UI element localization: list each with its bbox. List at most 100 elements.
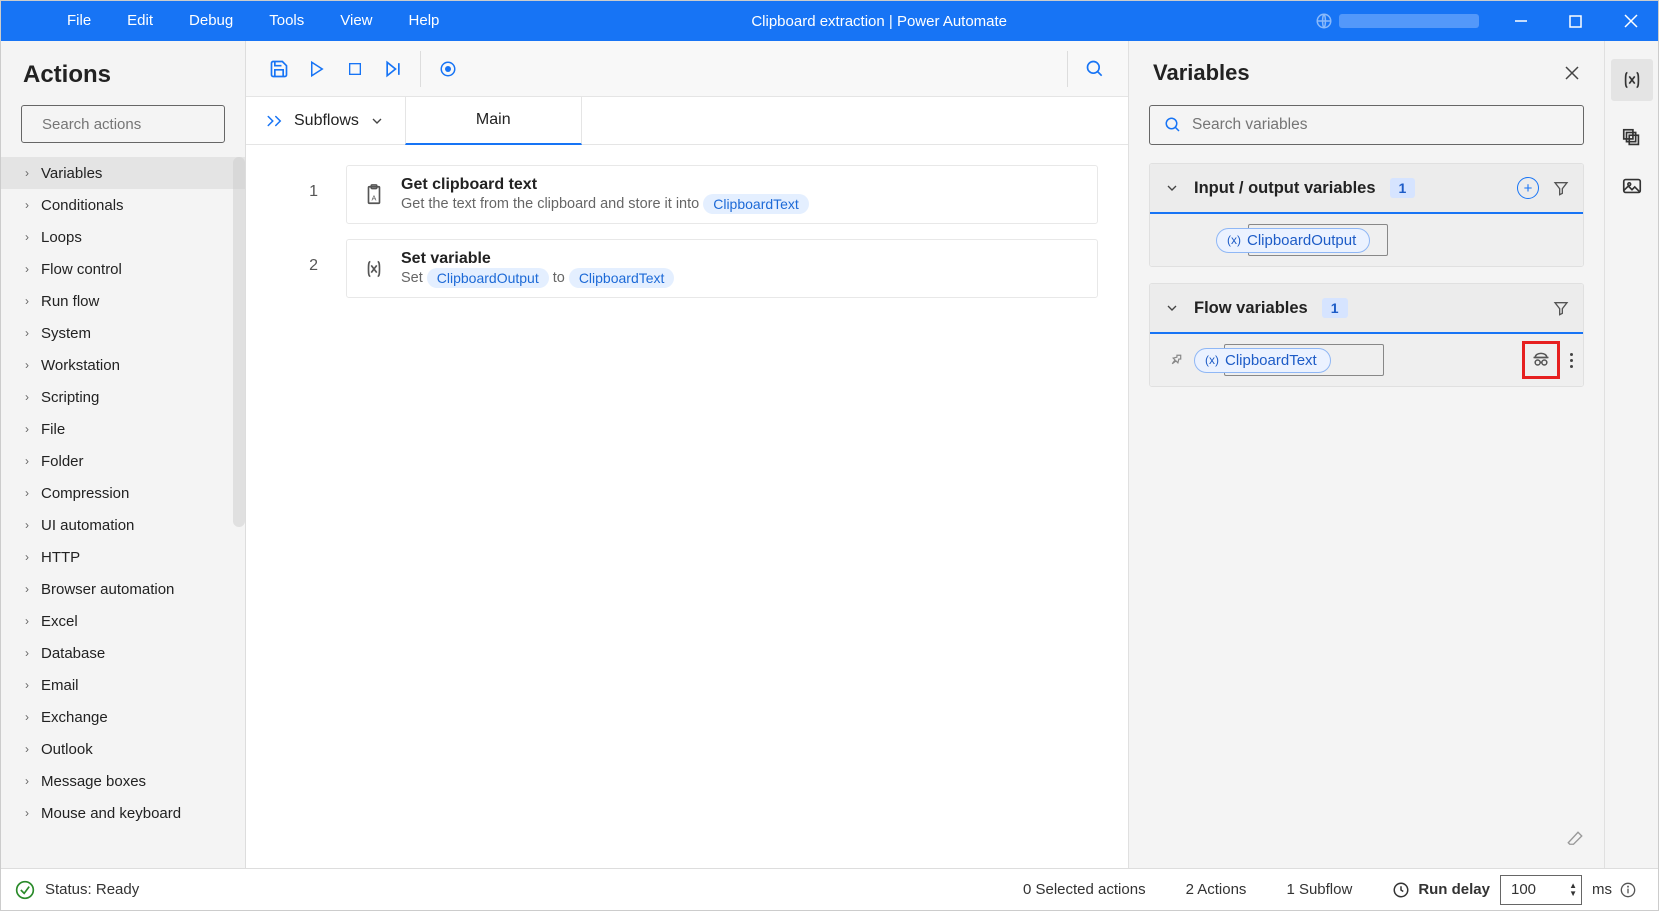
category-database[interactable]: ›Database — [1, 637, 245, 669]
variables-rail-button[interactable] — [1611, 59, 1653, 101]
save-button[interactable] — [260, 50, 298, 88]
variable-token: ClipboardText — [703, 194, 809, 214]
window-controls — [1301, 1, 1658, 41]
separator — [420, 51, 421, 87]
variables-search[interactable] — [1149, 105, 1584, 145]
add-variable-button[interactable]: + — [1517, 177, 1539, 199]
sensitive-variable-button[interactable] — [1522, 341, 1560, 379]
variables-search-input[interactable] — [1192, 116, 1569, 134]
variable-chip[interactable]: (x) ClipboardOutput — [1216, 228, 1370, 253]
tenant-indicator[interactable] — [1301, 12, 1493, 30]
category-outlook[interactable]: ›Outlook — [1, 733, 245, 765]
variable-icon: (x) — [1227, 233, 1241, 247]
menu-tools[interactable]: Tools — [251, 1, 322, 41]
variable-row-clipboard-output[interactable]: (x) ClipboardOutput — [1150, 214, 1583, 266]
actions-search-input[interactable] — [42, 116, 241, 133]
chevron-right-icon: › — [25, 230, 29, 244]
run-delay-input[interactable]: 100 ▲▼ — [1500, 875, 1582, 905]
flow-variables-count: 1 — [1322, 298, 1348, 318]
actions-count: 2 Actions — [1166, 881, 1267, 898]
chevron-right-icon: › — [25, 678, 29, 692]
chevron-right-icon: › — [25, 614, 29, 628]
category-email[interactable]: ›Email — [1, 669, 245, 701]
svg-text:A: A — [372, 193, 377, 202]
chevron-right-icon: › — [25, 326, 29, 340]
subflow-count: 1 Subflow — [1266, 881, 1372, 898]
chevron-right-icon: › — [25, 582, 29, 596]
io-variables-section: Input / output variables 1 + (x) Clipboa… — [1149, 163, 1584, 267]
menu-file[interactable]: File — [49, 1, 109, 41]
more-options-button[interactable] — [1570, 353, 1573, 368]
actions-heading: Actions — [1, 41, 245, 105]
chevron-right-icon: › — [25, 518, 29, 532]
variable-row-clipboard-text[interactable]: (x) ClipboardText — [1150, 334, 1583, 386]
chevron-right-icon: › — [25, 166, 29, 180]
step-button[interactable] — [374, 50, 412, 88]
filter-icon[interactable] — [1553, 300, 1569, 316]
variable-chip[interactable]: (x) ClipboardText — [1194, 348, 1331, 373]
category-workstation[interactable]: ›Workstation — [1, 349, 245, 381]
variable-icon — [363, 258, 385, 280]
category-run-flow[interactable]: ›Run flow — [1, 285, 245, 317]
stop-button[interactable] — [336, 50, 374, 88]
category-mouse-keyboard[interactable]: ›Mouse and keyboard — [1, 797, 245, 829]
status-ok-icon — [15, 880, 35, 900]
chevron-right-icon: › — [25, 806, 29, 820]
ms-label: ms — [1592, 881, 1612, 898]
category-browser-automation[interactable]: ›Browser automation — [1, 573, 245, 605]
actions-search[interactable] — [21, 105, 225, 143]
info-icon[interactable] — [1620, 882, 1636, 898]
record-button[interactable] — [429, 50, 467, 88]
flow-variables-header[interactable]: Flow variables 1 — [1150, 284, 1583, 334]
category-excel[interactable]: ›Excel — [1, 605, 245, 637]
maximize-button[interactable] — [1548, 1, 1603, 41]
category-ui-automation[interactable]: ›UI automation — [1, 509, 245, 541]
status-bar: Status: Ready 0 Selected actions 2 Actio… — [1, 868, 1658, 910]
run-button[interactable] — [298, 50, 336, 88]
ui-elements-rail-button[interactable] — [1621, 127, 1643, 149]
io-variables-header[interactable]: Input / output variables 1 + — [1150, 164, 1583, 214]
variable-icon: (x) — [1205, 353, 1219, 367]
step-get-clipboard[interactable]: A Get clipboard text Get the text from t… — [346, 165, 1098, 224]
pin-icon[interactable] — [1168, 352, 1184, 368]
io-variables-title: Input / output variables — [1194, 179, 1376, 198]
status-text: Status: Ready — [45, 881, 139, 898]
step-set-variable[interactable]: Set variable Set ClipboardOutput to Clip… — [346, 239, 1098, 298]
category-folder[interactable]: ›Folder — [1, 445, 245, 477]
menu-view[interactable]: View — [322, 1, 390, 41]
minimize-button[interactable] — [1493, 1, 1548, 41]
variables-pane: Variables Input / output variables 1 + — [1128, 41, 1604, 868]
images-rail-button[interactable] — [1621, 175, 1643, 197]
line-number: 1 — [246, 169, 346, 243]
category-conditionals[interactable]: ›Conditionals — [1, 189, 245, 221]
category-loops[interactable]: ›Loops — [1, 221, 245, 253]
category-exchange[interactable]: ›Exchange — [1, 701, 245, 733]
subflows-dropdown[interactable]: Subflows — [246, 112, 405, 130]
canvas-area: 1 2 A Get clipboard text Get the text fr… — [246, 145, 1128, 868]
category-http[interactable]: ›HTTP — [1, 541, 245, 573]
category-file[interactable]: ›File — [1, 413, 245, 445]
category-variables[interactable]: ›Variables — [1, 157, 245, 189]
category-compression[interactable]: ›Compression — [1, 477, 245, 509]
steps-list: A Get clipboard text Get the text from t… — [346, 145, 1128, 868]
canvas-search-button[interactable] — [1076, 50, 1114, 88]
close-button[interactable] — [1603, 1, 1658, 41]
category-message-boxes[interactable]: ›Message boxes — [1, 765, 245, 797]
filter-icon[interactable] — [1553, 180, 1569, 196]
menu-debug[interactable]: Debug — [171, 1, 251, 41]
chevron-right-icon: › — [25, 198, 29, 212]
variable-token: ClipboardOutput — [427, 268, 549, 288]
menu-edit[interactable]: Edit — [109, 1, 171, 41]
tab-main[interactable]: Main — [405, 97, 582, 145]
spinner-buttons[interactable]: ▲▼ — [1569, 882, 1577, 898]
close-variables-button[interactable] — [1564, 65, 1580, 81]
category-flow-control[interactable]: ›Flow control — [1, 253, 245, 285]
subflow-icon — [266, 112, 284, 130]
category-scripting[interactable]: ›Scripting — [1, 381, 245, 413]
category-system[interactable]: ›System — [1, 317, 245, 349]
menu-help[interactable]: Help — [391, 1, 458, 41]
scrollbar[interactable] — [233, 157, 245, 527]
eraser-icon[interactable] — [1566, 830, 1584, 848]
right-rail — [1604, 41, 1658, 868]
window-title: Clipboard extraction | Power Automate — [457, 13, 1301, 30]
